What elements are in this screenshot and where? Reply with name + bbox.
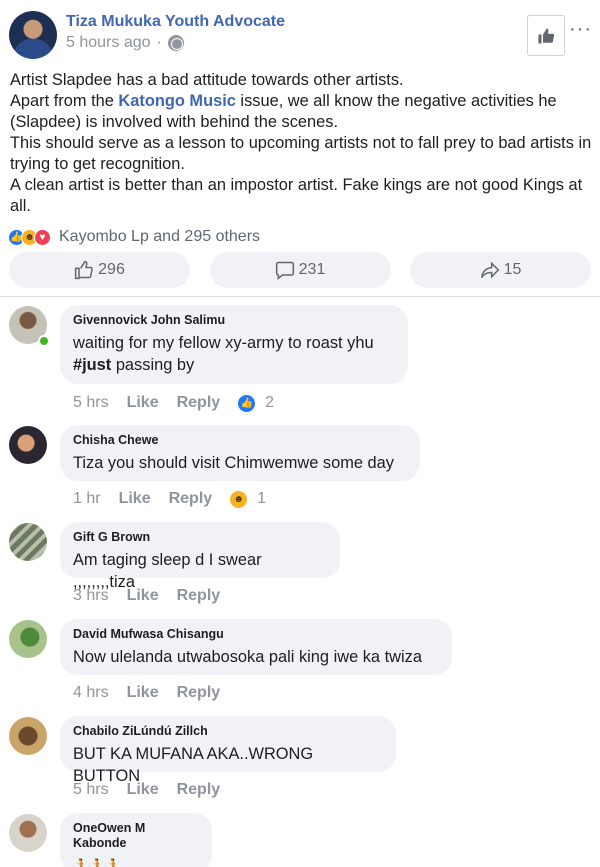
- like-count: 296: [98, 261, 125, 278]
- share-count: 15: [503, 261, 522, 278]
- meta-separator: ·: [156, 34, 162, 51]
- comment-text: Now ulelanda utwabosoka pali king iwe ka…: [73, 648, 422, 666]
- more-options-icon[interactable]: ···: [569, 19, 592, 39]
- comment-actions: 3 hrs Like Reply: [73, 587, 238, 605]
- comment-text: 🏃🏃🏃: [73, 858, 122, 867]
- hashtag-link[interactable]: #just: [73, 356, 111, 374]
- comment-bubble: OneOwen M Kabonde 🏃🏃🏃: [60, 813, 212, 867]
- commenter-name[interactable]: Chisha Chewe: [73, 433, 407, 448]
- comment-button[interactable]: 231: [209, 252, 391, 288]
- post-text-line: A clean artist is better than an imposto…: [10, 176, 583, 215]
- comment-time[interactable]: 1 hr: [73, 490, 101, 508]
- comment-reactions[interactable]: 👍 2: [238, 394, 274, 412]
- share-button[interactable]: 15: [410, 252, 591, 288]
- like-page-button[interactable]: [527, 15, 565, 56]
- like-link[interactable]: Like: [119, 490, 151, 508]
- reply-link[interactable]: Reply: [177, 781, 221, 799]
- comment-bubble: Gift G Brown Am taging sleep d I swear ,…: [60, 522, 340, 591]
- post-text-line: This should serve as a lesson to upcomin…: [10, 134, 592, 173]
- like-link[interactable]: Like: [127, 781, 159, 799]
- author-name[interactable]: Tiza Mukuka Youth Advocate: [66, 13, 285, 31]
- like-link[interactable]: Like: [127, 684, 159, 702]
- author-avatar[interactable]: [9, 11, 57, 59]
- avatar[interactable]: [9, 426, 47, 464]
- comment-bubble: Chabilo ZiLúndú Zillch BUT KA MUFANA AKA…: [60, 716, 396, 785]
- avatar[interactable]: [9, 814, 47, 852]
- like-reaction-icon: 👍: [238, 394, 256, 412]
- post-text-line: Artist Slapdee has a bad attitude toward…: [10, 71, 404, 89]
- action-bar: 296 231 15: [9, 252, 591, 288]
- comment-time[interactable]: 4 hrs: [73, 684, 109, 702]
- comment-actions: 4 hrs Like Reply: [73, 684, 238, 702]
- page-mention-link[interactable]: Katongo Music: [118, 92, 235, 110]
- commenter-name[interactable]: OneOwen M Kabonde: [73, 821, 199, 851]
- post-header: Tiza Mukuka Youth Advocate 5 hours ago ·…: [0, 0, 600, 68]
- comment-bubble: Givennovick John Salimu waiting for my f…: [60, 305, 408, 384]
- comment-actions: 5 hrs Like Reply: [73, 781, 238, 799]
- post-meta: 5 hours ago ·: [66, 34, 184, 52]
- comment-time[interactable]: 5 hrs: [73, 781, 109, 799]
- commenter-name[interactable]: Givennovick John Salimu: [73, 313, 395, 328]
- love-reaction-icon: ♥: [34, 228, 51, 246]
- globe-icon: [167, 35, 184, 51]
- divider: [0, 296, 600, 297]
- comment-icon: [275, 261, 294, 280]
- thumbs-up-icon: [75, 260, 93, 280]
- comment-text: Tiza you should visit Chimwemwe some day: [73, 454, 394, 472]
- reaction-count: 2: [265, 394, 275, 411]
- reply-link[interactable]: Reply: [169, 490, 213, 508]
- commenter-name[interactable]: Chabilo ZiLúndú Zillch: [73, 724, 383, 739]
- share-icon: [480, 261, 499, 279]
- comment-bubble: Chisha Chewe Tiza you should visit Chimw…: [60, 425, 420, 481]
- thumbs-up-icon: [538, 28, 555, 43]
- commenter-name[interactable]: David Mufwasa Chisangu: [73, 627, 439, 642]
- avatar[interactable]: [9, 523, 47, 561]
- like-link[interactable]: Like: [127, 394, 159, 412]
- comment-actions: 5 hrs Like Reply 👍 2: [73, 394, 274, 412]
- haha-reaction-icon: ☻: [230, 490, 248, 508]
- reply-link[interactable]: Reply: [177, 587, 221, 605]
- reply-link[interactable]: Reply: [177, 684, 221, 702]
- avatar[interactable]: [9, 620, 47, 658]
- like-button[interactable]: 296: [9, 252, 190, 288]
- avatar[interactable]: [9, 717, 47, 755]
- comment-count: 231: [298, 261, 326, 278]
- reply-link[interactable]: Reply: [177, 394, 221, 412]
- like-link[interactable]: Like: [127, 587, 159, 605]
- comment-time[interactable]: 3 hrs: [73, 587, 109, 605]
- reactions-summary[interactable]: 👍 ☻ ♥ Kayombo Lp and 295 others: [8, 227, 260, 247]
- comment-reactions[interactable]: ☻ 1: [230, 490, 266, 508]
- reaction-count: 1: [257, 490, 267, 507]
- online-status-dot: [38, 335, 50, 347]
- comment-text: waiting for my fellow xy-army to roast y…: [73, 334, 374, 374]
- comment-actions: 1 hr Like Reply ☻ 1: [73, 490, 266, 508]
- post-time[interactable]: 5 hours ago: [66, 34, 151, 52]
- comment-time[interactable]: 5 hrs: [73, 394, 109, 412]
- reactions-text: Kayombo Lp and 295 others: [59, 228, 261, 245]
- comment-bubble: David Mufwasa Chisangu Now ulelanda utwa…: [60, 619, 452, 675]
- post-body: Artist Slapdee has a bad attitude toward…: [10, 70, 592, 217]
- commenter-name[interactable]: Gift G Brown: [73, 530, 327, 545]
- post-text-line: Apart from the Katongo Music issue, we a…: [10, 92, 557, 131]
